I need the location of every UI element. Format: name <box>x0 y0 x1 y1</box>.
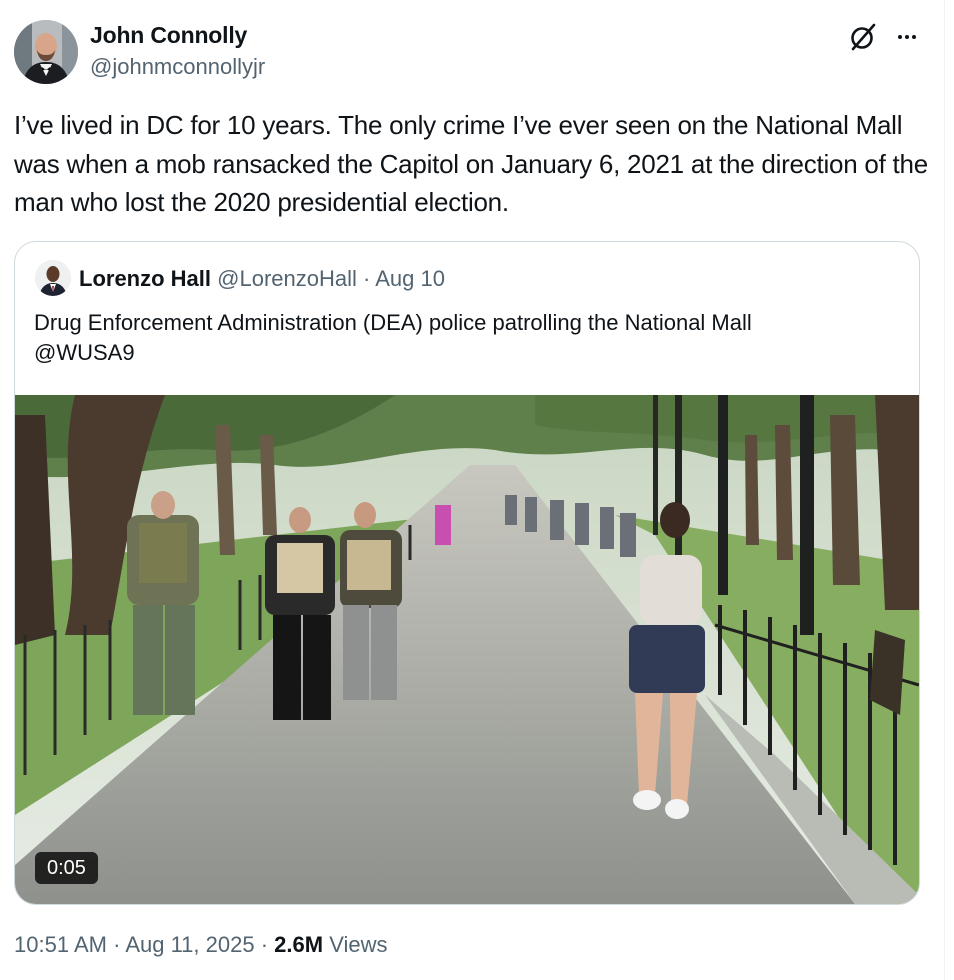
author-name[interactable]: John Connolly <box>90 22 247 49</box>
views-count: 2.6M <box>274 932 324 957</box>
quoted-author-avatar-image <box>35 260 71 296</box>
quoted-tweet-date[interactable]: Aug 10 <box>375 266 445 291</box>
author-avatar-image <box>14 20 78 84</box>
tweet-meta: 10:51 AM · Aug 11, 2025 · 2.6M Views <box>14 932 388 958</box>
author-avatar[interactable] <box>14 20 78 84</box>
meta-separator: · <box>260 932 269 957</box>
quoted-tweet-header: Lorenzo Hall @LorenzoHall · Aug 10 <box>79 266 445 292</box>
tweet-text: I’ve lived in DC for 10 years. The only … <box>14 110 928 217</box>
video-duration-badge: 0:05 <box>35 852 98 884</box>
grok-icon[interactable] <box>846 20 880 54</box>
more-options-icon[interactable] <box>890 20 924 54</box>
views-label: Views <box>329 932 388 957</box>
quoted-author-handle[interactable]: @LorenzoHall <box>217 266 357 291</box>
quoted-author-avatar[interactable] <box>35 260 71 296</box>
quoted-tweet-card[interactable]: Lorenzo Hall @LorenzoHall · Aug 10 Drug … <box>14 241 920 905</box>
tweet-date[interactable]: Aug 11, 2025 <box>125 932 254 957</box>
quoted-author-name[interactable]: Lorenzo Hall <box>79 266 211 291</box>
quoted-meta-separator: · <box>363 266 371 291</box>
video-frame-image <box>15 395 919 904</box>
quoted-tweet-text: Drug Enforcement Administration (DEA) po… <box>34 310 752 365</box>
tweet-time[interactable]: 10:51 AM <box>14 932 107 957</box>
meta-separator: · <box>113 932 121 957</box>
column-divider <box>944 0 945 980</box>
quoted-video[interactable]: 0:05 <box>15 395 919 904</box>
author-handle[interactable]: @johnmconnollyjr <box>90 54 265 80</box>
